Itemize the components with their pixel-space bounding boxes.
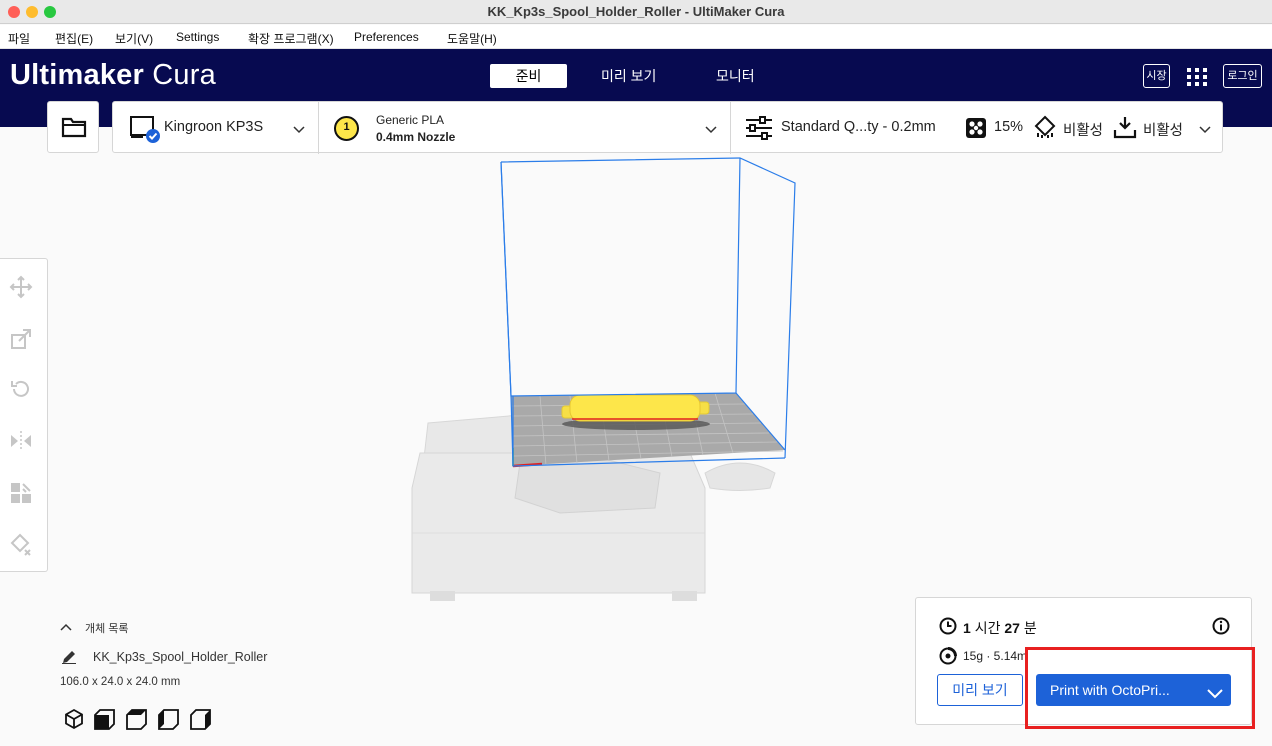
settings-sliders-icon [745, 116, 773, 145]
tab-preview[interactable]: 미리 보기 [590, 64, 667, 88]
support-icon [1033, 115, 1057, 144]
menu-preferences[interactable]: Preferences [354, 30, 419, 44]
clock-icon [939, 617, 957, 640]
front-view-icon[interactable] [94, 708, 116, 735]
object-name[interactable]: KK_Kp3s_Spool_Holder_Roller [93, 650, 267, 664]
chevron-down-icon [705, 121, 717, 139]
spool-icon [939, 647, 957, 670]
support-blocker-icon[interactable] [9, 533, 33, 557]
object-list-panel: 개체 목록 KK_Kp3s_Spool_Holder_Roller 106.0 … [60, 612, 380, 737]
printer-icon [128, 115, 162, 150]
right-view-icon[interactable] [190, 708, 212, 735]
chevron-up-icon[interactable] [60, 618, 72, 636]
printer-name: Kingroon KP3S [164, 119, 264, 135]
apps-grid-icon[interactable] [1186, 67, 1208, 87]
menu-extensions[interactable]: 확장 프로그램(X) [248, 30, 334, 47]
top-view-icon[interactable] [126, 708, 148, 735]
scale-icon[interactable] [9, 327, 33, 351]
print-settings-selector[interactable]: Standard Q...ty - 0.2mm 15% 비활성 비활성 [731, 102, 1222, 152]
extruder-icon: 1 [333, 115, 360, 142]
3d-view-icon[interactable] [63, 708, 85, 735]
object-dimensions: 106.0 x 24.0 x 24.0 mm [60, 676, 181, 688]
menu-edit[interactable]: 편집(E) [55, 30, 93, 47]
transform-tools-panel [0, 258, 48, 572]
annotation-highlight-box [1025, 647, 1255, 729]
extruder-selector[interactable]: 1 Generic PLA 0.4mm Nozzle [319, 102, 730, 152]
menu-view[interactable]: 보기(V) [115, 30, 153, 47]
object-list-toggle[interactable]: 개체 목록 [85, 620, 129, 636]
app-logo: Ultimaker Cura [10, 59, 216, 91]
infill-value: 15% [994, 119, 1024, 135]
support-value: 비활성 [1063, 123, 1104, 139]
rotate-icon[interactable] [9, 377, 33, 401]
printer-selector[interactable]: Kingroon KP3S [113, 102, 318, 152]
print-time: 1 시간 27 분 [963, 620, 1037, 636]
nozzle-size: 0.4mm Nozzle [376, 130, 456, 144]
tab-prepare[interactable]: 준비 [490, 64, 567, 88]
login-button[interactable]: 로그인 [1223, 64, 1262, 88]
print-setup-toolbar: Kingroon KP3S 1 Generic PLA 0.4mm Nozzle… [0, 101, 1272, 154]
menu-settings[interactable]: Settings [176, 30, 219, 44]
left-view-icon[interactable] [158, 708, 180, 735]
open-file-button[interactable] [47, 101, 99, 153]
chevron-down-icon [293, 121, 305, 139]
tab-monitor[interactable]: 모니터 [705, 64, 766, 88]
folder-icon [61, 116, 87, 143]
edit-pencil-icon[interactable] [62, 650, 76, 669]
per-model-settings-icon[interactable] [9, 481, 33, 505]
adhesion-value: 비활성 [1143, 123, 1184, 139]
menu-file[interactable]: 파일 [8, 30, 30, 47]
info-icon[interactable] [1212, 617, 1230, 640]
chevron-down-icon [1199, 121, 1211, 139]
printer-settings-bar: Kingroon KP3S 1 Generic PLA 0.4mm Nozzle… [112, 101, 1223, 154]
marketplace-button[interactable]: 시장 [1143, 64, 1170, 88]
menu-help[interactable]: 도움말(H) [447, 30, 497, 47]
mirror-icon[interactable] [9, 429, 33, 453]
title-bar: KK_Kp3s_Spool_Holder_Roller - UltiMaker … [0, 0, 1272, 24]
adhesion-icon [1113, 115, 1137, 144]
extruder-number: 1 [343, 121, 350, 133]
material-estimate: 15g · 5.14m [963, 649, 1028, 663]
window-title: KK_Kp3s_Spool_Holder_Roller - UltiMaker … [487, 4, 785, 19]
model-spool-holder-roller [561, 394, 710, 422]
menu-bar: 파일 편집(E) 보기(V) Settings 확장 프로그램(X) Prefe… [0, 25, 1272, 49]
move-icon[interactable] [9, 275, 33, 299]
preview-button[interactable]: 미리 보기 [937, 674, 1023, 706]
profile-name: Standard Q...ty - 0.2mm [781, 119, 936, 135]
infill-icon [965, 117, 987, 144]
material-name: Generic PLA [376, 113, 445, 127]
